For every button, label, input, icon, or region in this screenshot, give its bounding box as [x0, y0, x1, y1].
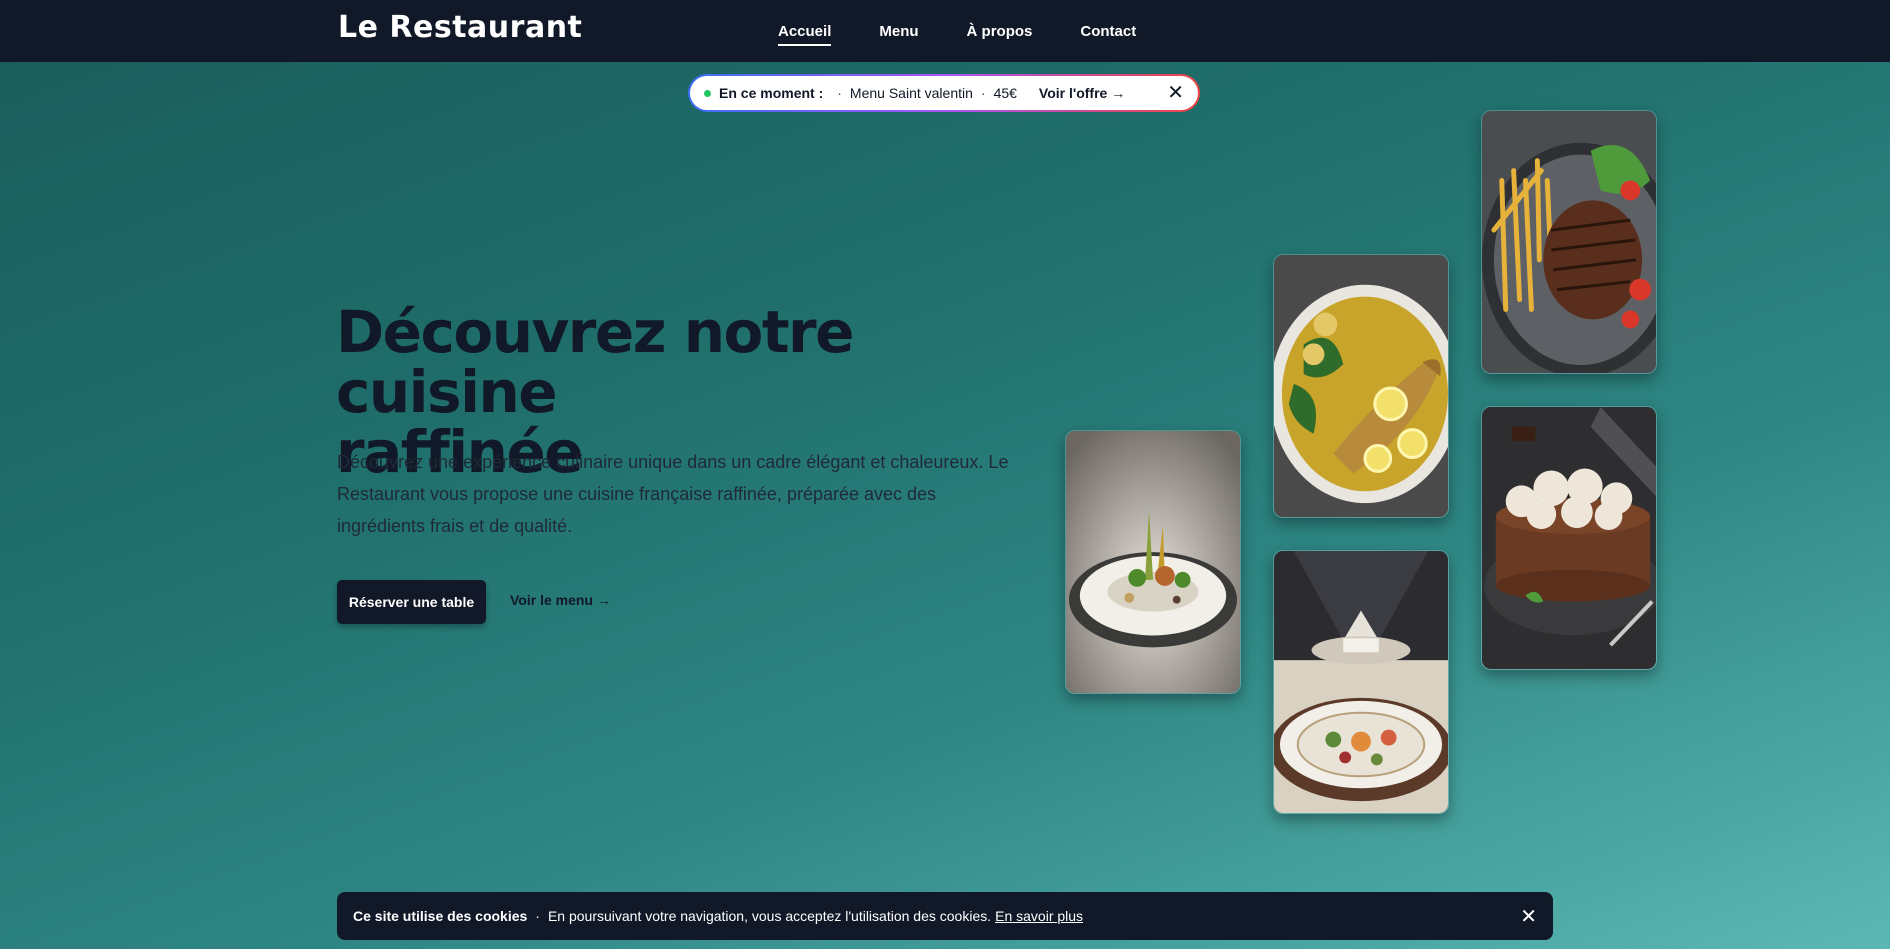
reserve-table-button[interactable]: Réserver une table: [337, 580, 486, 624]
cookie-title: Ce site utilise des cookies: [353, 908, 528, 924]
announcement-separator: ·: [837, 85, 842, 101]
close-icon[interactable]: ✕: [1167, 83, 1184, 103]
close-icon[interactable]: ✕: [1520, 904, 1537, 929]
announcement-inner: En ce moment : · Menu Saint valentin · 4…: [690, 76, 1198, 110]
cookie-learn-more-link[interactable]: En savoir plus: [995, 908, 1083, 924]
nav-accueil[interactable]: Accueil: [778, 17, 832, 46]
announcement-banner: En ce moment : · Menu Saint valentin · 4…: [688, 74, 1200, 112]
nav-contact[interactable]: Contact: [1080, 17, 1136, 46]
announcement-price: 45€: [993, 85, 1017, 101]
chocolate-cake-image: [1481, 406, 1657, 670]
view-menu-link[interactable]: Voir le menu →: [510, 592, 611, 608]
announcement-title: En ce moment :: [719, 85, 824, 101]
hero-description: Découvrez une expérience culinaire uniqu…: [337, 452, 1009, 536]
announcement-separator: ·: [980, 85, 986, 101]
cookie-banner: Ce site utilise des cookies · En poursui…: [337, 892, 1553, 940]
announcement-cta-link[interactable]: Voir l'offre →: [1039, 85, 1125, 101]
nav-a-propos[interactable]: À propos: [967, 17, 1033, 46]
gastronomic-plate-image: [1065, 430, 1241, 694]
main-nav: Accueil Menu À propos Contact: [778, 0, 1136, 62]
hero-title-line1: Découvrez notre cuisine: [336, 298, 855, 426]
nav-menu[interactable]: Menu: [879, 17, 918, 46]
fine-dining-table-image: [1273, 550, 1449, 814]
grilled-fish-image: [1273, 254, 1449, 518]
steak-fries-image: [1481, 110, 1657, 374]
cookie-separator: ·: [535, 908, 540, 924]
cookie-text: En poursuivant votre navigation, vous ac…: [547, 908, 992, 924]
live-dot-icon: [704, 89, 711, 97]
brand-logo[interactable]: Le Restaurant: [338, 10, 582, 45]
navbar: Le Restaurant Accueil Menu À propos Cont…: [0, 0, 1890, 62]
announcement-item: Menu Saint valentin: [849, 85, 973, 101]
